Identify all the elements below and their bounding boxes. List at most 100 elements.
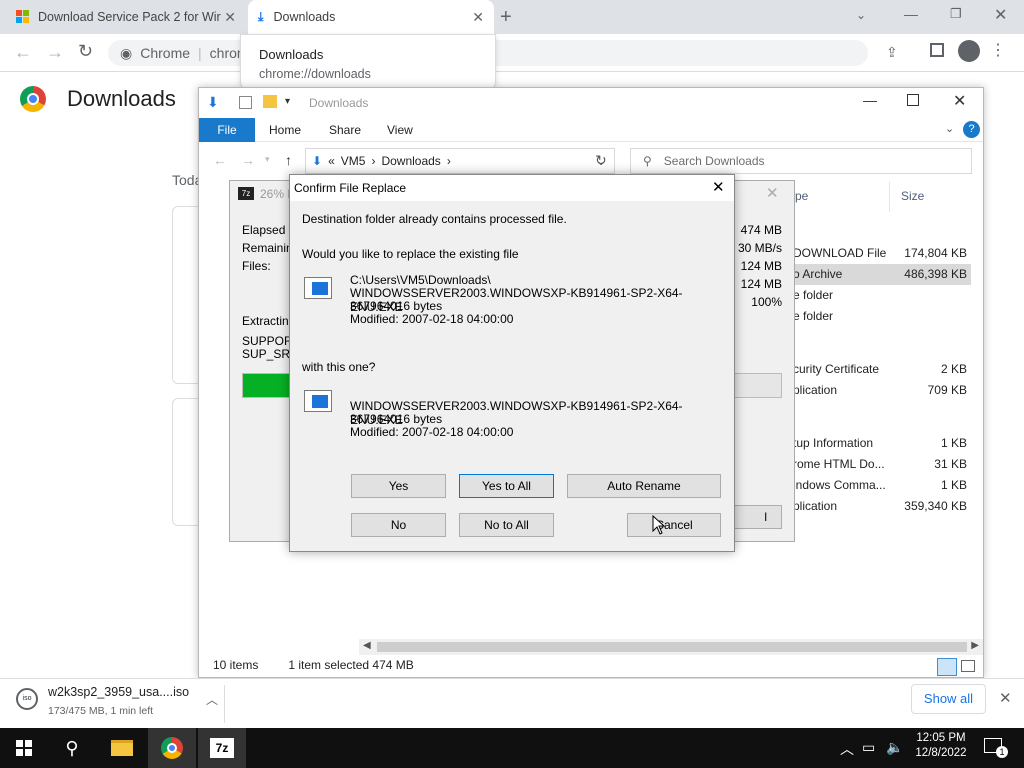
- close-shelf-icon[interactable]: ✕: [999, 689, 1012, 707]
- chrome-taskbar-icon[interactable]: [148, 728, 196, 768]
- ribbon-tab-share[interactable]: Share: [329, 118, 361, 142]
- no-button[interactable]: No: [351, 513, 446, 537]
- download-icon: ⬇: [207, 94, 219, 110]
- minimize-icon[interactable]: —: [863, 92, 877, 108]
- chevron-right-icon: ›: [371, 154, 376, 168]
- row-type[interactable]: tup Information: [793, 436, 873, 450]
- back-icon[interactable]: ←: [213, 152, 227, 168]
- confirm-file-replace-dialog: Confirm File Replace ✕ Destination folde…: [289, 174, 735, 552]
- volume-icon[interactable]: 🔈: [886, 739, 903, 756]
- reload-icon[interactable]: ↻: [78, 41, 93, 62]
- quick-access-chevron-icon[interactable]: ▾: [285, 96, 290, 107]
- value-ratio: 100%: [751, 295, 782, 309]
- breadcrumb-downloads[interactable]: Downloads: [381, 154, 440, 168]
- row-type[interactable]: o Archive: [793, 267, 842, 281]
- tab-downloads[interactable]: ⤓ Downloads ✕: [248, 0, 494, 34]
- row-type[interactable]: e folder: [793, 309, 833, 323]
- share-icon[interactable]: ⇪: [886, 44, 898, 61]
- profile-avatar[interactable]: [958, 40, 980, 62]
- row-type[interactable]: plication: [793, 499, 837, 513]
- help-icon[interactable]: ?: [963, 121, 980, 138]
- existing-modified: Modified: 2007-02-18 04:00:00: [350, 312, 514, 326]
- dialog-titlebar: Confirm File Replace ✕: [290, 175, 734, 201]
- sevenzip-icon: 7z: [238, 187, 254, 200]
- exe-file-icon: [304, 277, 332, 299]
- forward-icon[interactable]: →: [46, 42, 64, 63]
- folder-icon[interactable]: [263, 95, 277, 108]
- properties-icon[interactable]: [239, 96, 252, 109]
- window-title: Downloads: [309, 96, 369, 110]
- tab-title: Downloads: [273, 10, 336, 24]
- iso-file-icon: iso: [16, 688, 38, 710]
- close-icon[interactable]: ✕: [766, 184, 779, 202]
- chevron-down-icon[interactable]: ⌄: [945, 122, 954, 135]
- auto-rename-button[interactable]: Auto Rename: [567, 474, 721, 498]
- search-icon: ⚲: [643, 154, 652, 168]
- tab-download-sp2[interactable]: Download Service Pack 2 for Wir ✕: [6, 0, 246, 34]
- address-bar[interactable]: ⬇ « VM5 › Downloads › ⌄: [305, 148, 615, 174]
- ribbon-tab-home[interactable]: Home: [269, 118, 301, 142]
- close-icon[interactable]: ✕: [953, 91, 966, 111]
- new-size: 367964016 bytes: [350, 412, 443, 426]
- new-tab-icon[interactable]: +: [500, 6, 512, 29]
- notification-badge: 1: [996, 746, 1008, 758]
- close-icon[interactable]: ✕: [472, 9, 484, 26]
- network-icon[interactable]: ▭: [862, 739, 875, 756]
- row-size: 174,804 KB: [904, 246, 967, 260]
- ribbon: File Home Share View ⌄ ?: [199, 118, 983, 142]
- search-box[interactable]: ⚲ Search Downloads: [630, 148, 972, 174]
- row-type[interactable]: indows Comma...: [793, 478, 886, 492]
- download-icon: ⬇: [312, 154, 323, 168]
- chevron-up-icon[interactable]: ︿: [206, 691, 218, 708]
- side-panel-icon[interactable]: [930, 43, 944, 57]
- row-type[interactable]: plication: [793, 383, 837, 397]
- download-icon: ⤓: [258, 9, 264, 24]
- row-size: 1 KB: [940, 478, 967, 492]
- refresh-icon[interactable]: ↻: [595, 152, 607, 169]
- chevron-up-icon[interactable]: ︿: [840, 739, 854, 759]
- sevenzip-taskbar-icon[interactable]: 7z: [198, 728, 246, 768]
- clock-time: 12:05 PM: [916, 732, 966, 744]
- ribbon-tab-file[interactable]: File: [199, 118, 255, 142]
- value-packed: 124 MB: [740, 277, 782, 291]
- back-icon[interactable]: ←: [14, 42, 32, 63]
- column-type[interactable]: pe: [795, 189, 808, 203]
- close-icon[interactable]: ✕: [224, 9, 236, 26]
- breadcrumb-prefix[interactable]: «: [328, 154, 335, 168]
- forward-icon[interactable]: →: [241, 152, 255, 168]
- restore-icon[interactable]: ❐: [950, 6, 962, 22]
- maximize-icon[interactable]: [907, 94, 919, 106]
- chrome-logo-icon: [20, 86, 46, 112]
- close-icon[interactable]: ✕: [712, 178, 725, 196]
- cancel-button[interactable]: Cancel: [627, 513, 721, 537]
- file-explorer-icon[interactable]: [98, 728, 146, 768]
- download-filename[interactable]: w2k3sp2_3959_usa....iso: [48, 685, 189, 699]
- no-to-all-button[interactable]: No to All: [459, 513, 554, 537]
- row-size: 359,340 KB: [904, 499, 967, 513]
- row-size: 2 KB: [940, 362, 967, 376]
- dialog-question: Would you like to replace the existing f…: [302, 247, 519, 261]
- close-window-icon[interactable]: ✕: [994, 5, 1007, 25]
- windows-start-icon[interactable]: [0, 728, 48, 768]
- row-type[interactable]: rome HTML Do...: [793, 457, 885, 471]
- recent-chevron-icon[interactable]: ▾: [265, 154, 270, 165]
- breadcrumb-vm5[interactable]: VM5: [341, 154, 366, 168]
- row-type[interactable]: DOWNLOAD File: [793, 246, 886, 260]
- row-type[interactable]: curity Certificate: [793, 362, 879, 376]
- large-icons-view-icon[interactable]: [961, 660, 975, 672]
- up-icon[interactable]: ↑: [285, 152, 292, 168]
- chevron-down-icon[interactable]: ⌄: [856, 8, 866, 22]
- yes-to-all-button[interactable]: Yes to All: [459, 474, 554, 498]
- menu-icon[interactable]: ⋮: [990, 40, 1006, 60]
- clock[interactable]: 12:05 PM 12/8/2022: [914, 732, 968, 759]
- details-view-icon[interactable]: [937, 658, 957, 676]
- search-icon[interactable]: ⚲: [48, 728, 96, 768]
- ribbon-tab-view[interactable]: View: [387, 118, 413, 142]
- row-type[interactable]: e folder: [793, 288, 833, 302]
- show-all-button[interactable]: Show all: [911, 684, 986, 714]
- chrome-icon: ◉: [120, 44, 133, 61]
- column-size[interactable]: Size: [901, 189, 924, 203]
- minimize-icon[interactable]: —: [904, 6, 918, 22]
- clock-date: 12/8/2022: [915, 747, 967, 759]
- yes-button[interactable]: Yes: [351, 474, 446, 498]
